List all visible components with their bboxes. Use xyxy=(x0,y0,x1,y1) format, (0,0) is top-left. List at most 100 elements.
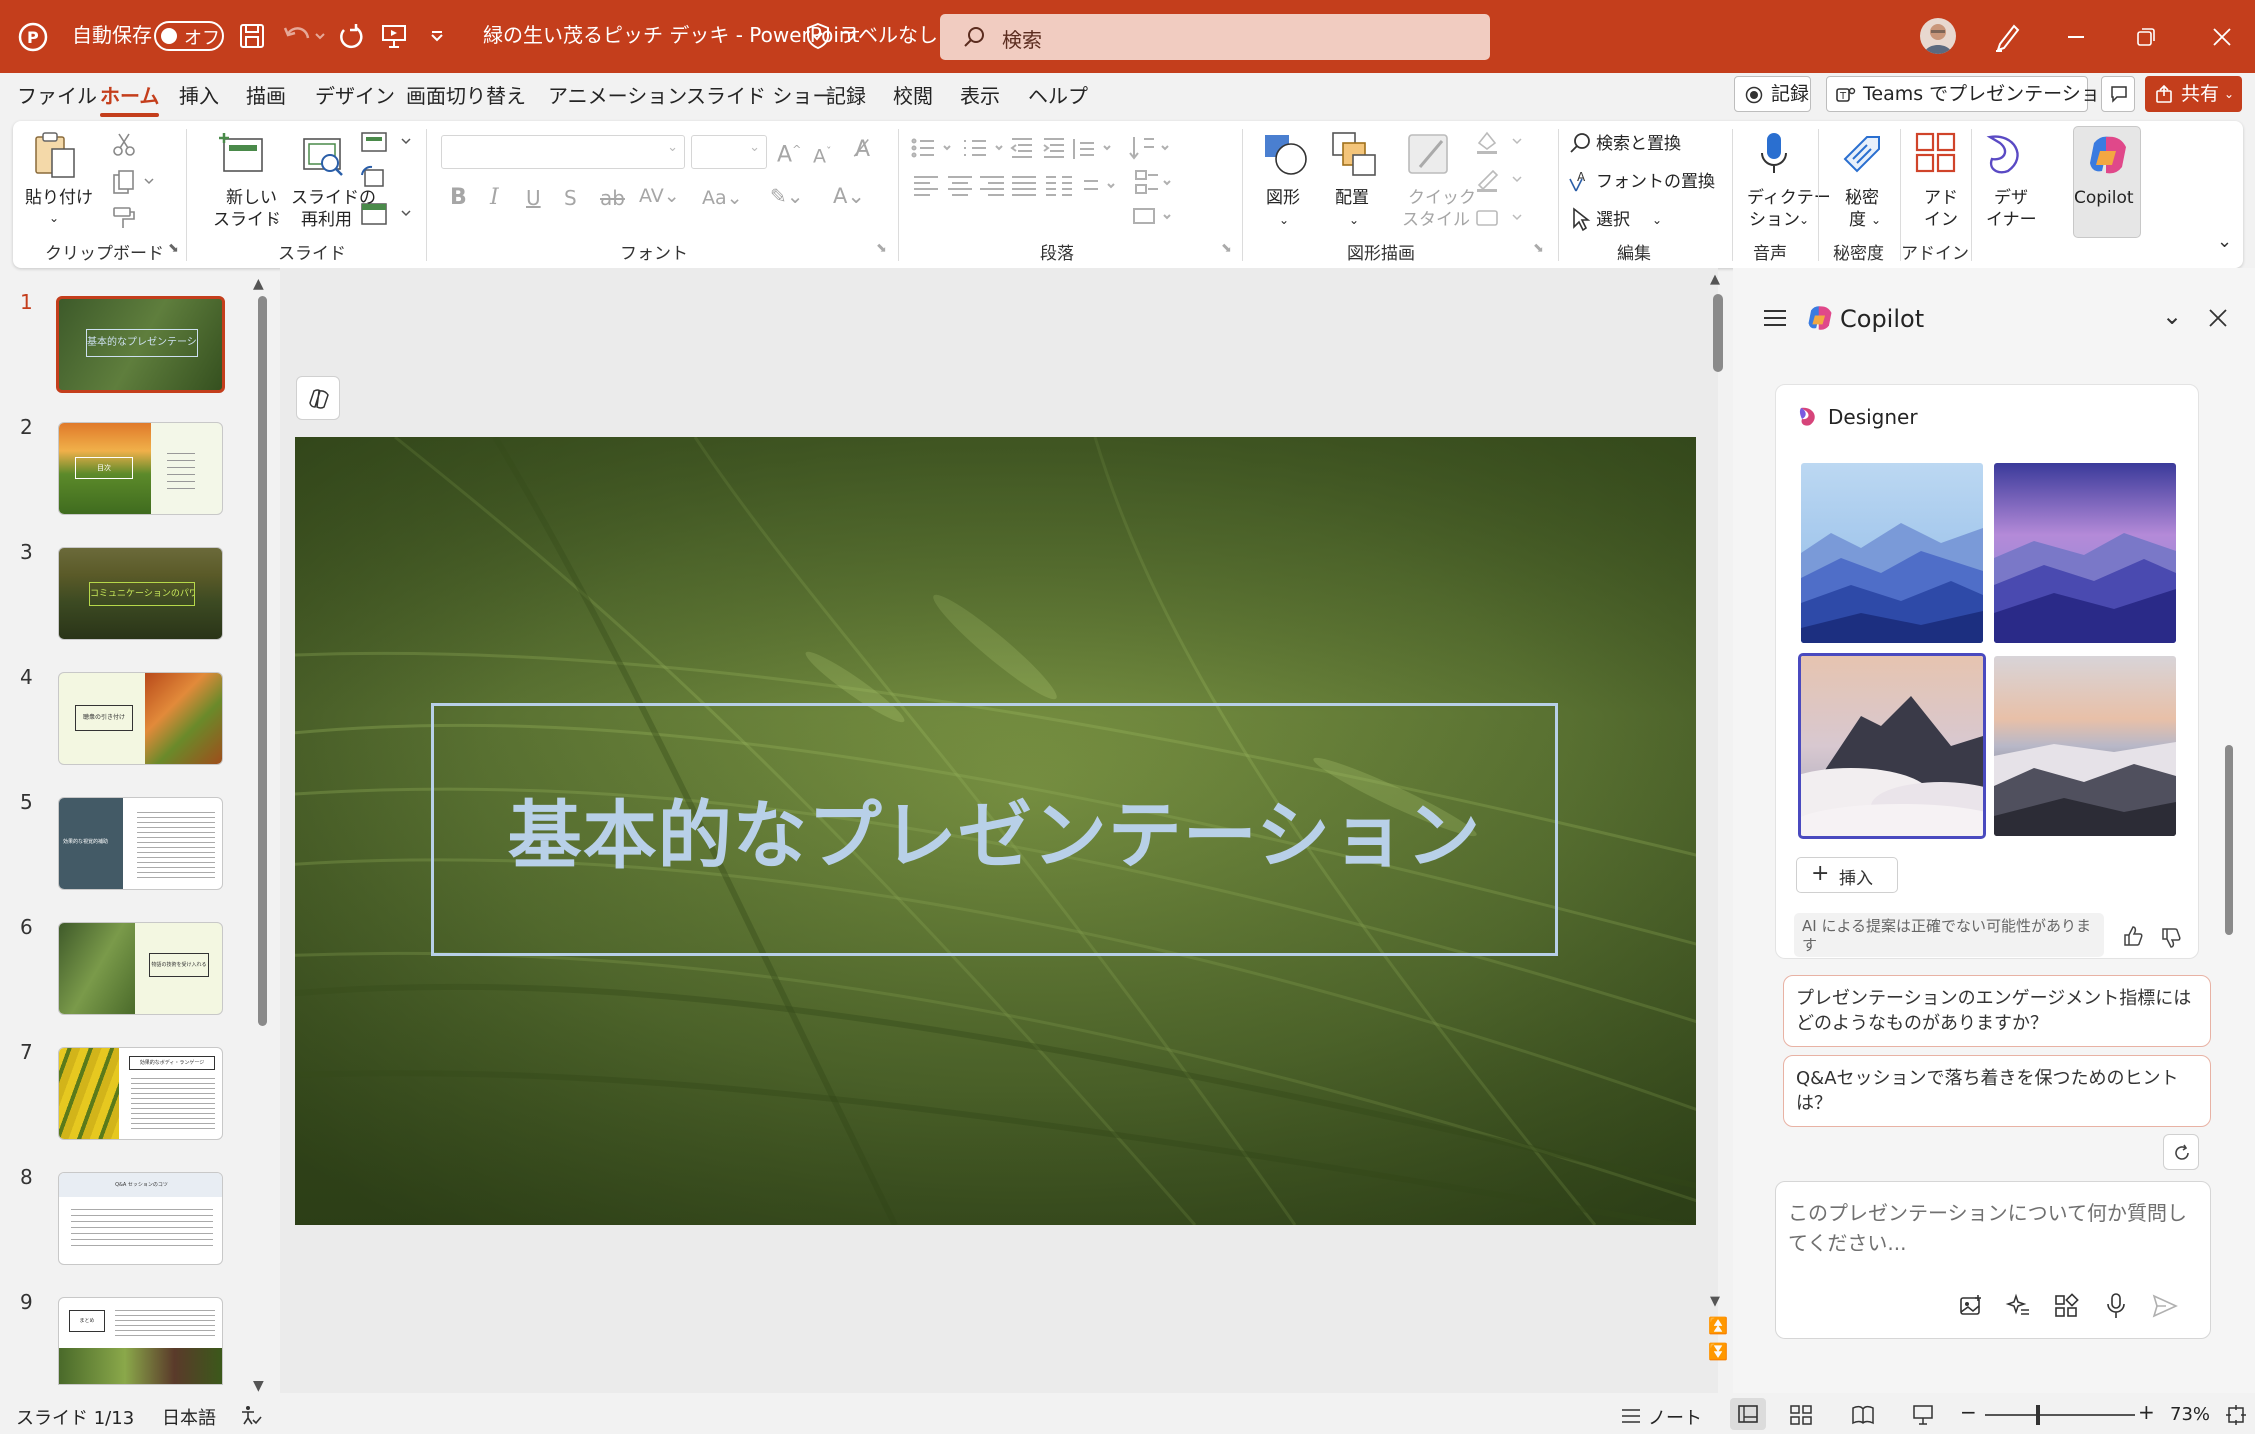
convert-smartart-icon[interactable] xyxy=(1135,170,1171,194)
grow-font-icon[interactable]: A^ xyxy=(777,139,801,166)
close-button[interactable] xyxy=(2192,0,2252,73)
font-replace-button[interactable]: A フォントの置換 xyxy=(1568,167,1738,197)
slide-thumbnail-4[interactable]: 聴衆の引き付け xyxy=(58,672,223,765)
fit-to-window-icon[interactable] xyxy=(2225,1404,2247,1426)
autosave-toggle[interactable]: オフ xyxy=(154,21,224,51)
sparkle-prompts-icon[interactable] xyxy=(2005,1293,2031,1318)
tab-insert[interactable]: 挿入 xyxy=(179,83,219,109)
zoom-slider-thumb[interactable] xyxy=(2036,1405,2040,1425)
share-button[interactable]: 共有 ⌄ xyxy=(2145,76,2242,112)
addins-button[interactable]: アド イン xyxy=(1906,129,1966,239)
new-slide-button[interactable]: 新しい スライド ⌄ xyxy=(208,129,281,239)
numbering-icon[interactable] xyxy=(964,140,1003,156)
highlight-icon[interactable]: ✎⌄ xyxy=(770,185,804,207)
avatar[interactable] xyxy=(1920,18,1956,54)
scroll-down-icon[interactable]: ▼ xyxy=(1710,1294,1720,1309)
clear-format-icon[interactable]: A̸ xyxy=(855,139,870,161)
apps-grid-icon[interactable] xyxy=(2054,1293,2079,1318)
dictate-button[interactable]: ディクテー ション ⌄ xyxy=(1735,129,1831,239)
customize-toolbar-icon[interactable] xyxy=(430,30,444,42)
minimize-button[interactable] xyxy=(2046,0,2106,73)
slide-thumbnail-9[interactable]: まとめ xyxy=(58,1297,223,1385)
tab-design[interactable]: デザイン xyxy=(315,83,395,109)
tab-file[interactable]: ファイル xyxy=(17,83,97,109)
copilot-chat-input[interactable]: このプレゼンテーションについて何か質問してください... xyxy=(1775,1181,2211,1339)
scroll-up-icon[interactable]: ▲ xyxy=(1710,272,1720,287)
record-button[interactable]: 記録 xyxy=(1734,76,1811,112)
bullets-icon[interactable] xyxy=(911,138,951,158)
slide-canvas[interactable]: 基本的なプレゼンテーション xyxy=(295,437,1696,1225)
language-indicator[interactable]: 日本語 xyxy=(162,1404,216,1430)
save-icon[interactable] xyxy=(238,22,266,50)
editor-scroll-thumb[interactable] xyxy=(1713,294,1723,372)
smartart-icon[interactable] xyxy=(1133,208,1171,224)
suggestion-chip-2[interactable]: Q&Aセッションで落ち着きを保つためのヒントは？ xyxy=(1783,1055,2211,1127)
clipboard-launcher-icon[interactable]: ⬊ xyxy=(168,241,179,256)
design-suggestion-1[interactable] xyxy=(1801,463,1983,643)
tab-transitions[interactable]: 画面切り替え xyxy=(406,83,526,109)
thumbs-down-icon[interactable] xyxy=(2160,927,2182,949)
drawing-launcher-icon[interactable]: ⬊ xyxy=(1533,241,1544,256)
paragraph-launcher-icon[interactable]: ⬊ xyxy=(1221,241,1232,256)
layout-icon[interactable] xyxy=(360,129,416,155)
redo-icon[interactable] xyxy=(336,22,364,50)
sensitivity-button[interactable]: 秘密 度 ⌄ xyxy=(1825,129,1895,239)
slide-thumbnail-2[interactable]: 目次 xyxy=(58,422,223,515)
zoom-out-icon[interactable]: − xyxy=(1960,1400,1977,1424)
slide-title[interactable]: 基本的なプレゼンテーション xyxy=(431,703,1558,956)
justify-icon[interactable] xyxy=(1012,176,1036,196)
search-input[interactable]: 検索 xyxy=(940,14,1490,60)
suggestion-chip-1[interactable]: プレゼンテーションのエンゲージメント指標にはどのようなものがありますか？ xyxy=(1783,975,2211,1047)
quick-styles-button[interactable]: クイック スタイル xyxy=(1388,129,1476,239)
align-text-icon[interactable] xyxy=(1084,180,1115,190)
paste-button[interactable]: 貼り付け ⌄ xyxy=(25,129,93,229)
slide-thumbnail-7[interactable]: 効果的なボディ・ランゲージ xyxy=(58,1047,223,1140)
character-spacing-icon[interactable]: AV⌄ xyxy=(639,185,680,207)
slide-thumbnail-8[interactable]: Q&A セッションのコツ xyxy=(58,1172,223,1265)
change-case-icon[interactable]: Aa⌄ xyxy=(702,187,743,209)
hamburger-menu-icon[interactable] xyxy=(1762,308,1788,328)
close-pane-button[interactable] xyxy=(2208,308,2228,328)
strikethrough-icon[interactable]: ab xyxy=(600,187,625,209)
microphone-icon[interactable] xyxy=(2106,1292,2126,1320)
notes-button[interactable]: ノート xyxy=(1620,1402,1720,1430)
tab-home[interactable]: ホーム xyxy=(100,83,160,117)
refresh-suggestions-button[interactable] xyxy=(2163,1134,2199,1170)
shadow-icon[interactable]: S xyxy=(564,187,577,209)
find-replace-button[interactable]: 検索と置換 xyxy=(1568,129,1718,159)
columns-icon[interactable] xyxy=(1046,176,1072,196)
italic-icon[interactable]: I xyxy=(490,187,499,209)
insert-design-button[interactable]: + 挿入 xyxy=(1796,857,1898,893)
design-suggestion-2[interactable] xyxy=(1994,463,2176,643)
sensitivity-shield-icon[interactable] xyxy=(806,22,830,50)
shrink-font-icon[interactable]: Aˇ xyxy=(813,141,832,167)
copilot-slide-button[interactable] xyxy=(296,376,340,420)
cut-icon[interactable] xyxy=(111,131,137,157)
designer-button[interactable]: デザ イナー xyxy=(1976,129,2038,239)
shape-outline-icon[interactable] xyxy=(1473,167,1529,193)
next-slide-icon[interactable]: ⏬ xyxy=(1708,1342,1728,1361)
zoom-slider[interactable] xyxy=(1985,1405,2135,1425)
restore-button[interactable] xyxy=(2116,0,2176,73)
thumbnail-scrollbar[interactable] xyxy=(258,296,267,1026)
slide-thumbnail-6[interactable]: 物語の技術を受け入れる xyxy=(58,922,223,1015)
font-size-dropdown[interactable]: ⌄ xyxy=(691,135,767,169)
slide-thumbnail-5[interactable]: 効果的な視覚的補助 xyxy=(58,797,223,890)
add-image-icon[interactable] xyxy=(1959,1294,1983,1318)
reading-view-icon[interactable] xyxy=(1852,1405,1874,1425)
slide-sorter-icon[interactable] xyxy=(1790,1405,1812,1425)
font-launcher-icon[interactable]: ⬊ xyxy=(876,241,887,256)
bold-icon[interactable]: B xyxy=(450,187,467,209)
font-name-dropdown[interactable]: ⌄ xyxy=(441,135,685,169)
arrange-button[interactable]: 配置 ⌄ xyxy=(1323,129,1383,239)
reuse-slides-button[interactable]: スライドの 再利用 xyxy=(283,129,376,239)
accessibility-icon[interactable] xyxy=(240,1404,262,1426)
select-button[interactable]: 選択 ⌄ xyxy=(1568,205,1668,235)
tab-slideshow[interactable]: スライド ショー xyxy=(686,83,832,109)
shape-fill-icon[interactable] xyxy=(1473,129,1529,155)
collapse-chevron-icon[interactable]: ⌄ xyxy=(2162,302,2182,330)
slideshow-view-icon[interactable] xyxy=(1912,1404,1934,1426)
scroll-down-icon[interactable]: ▼ xyxy=(253,1378,264,1394)
scroll-up-icon[interactable]: ▲ xyxy=(253,276,264,292)
decrease-indent-icon[interactable] xyxy=(1010,138,1032,158)
